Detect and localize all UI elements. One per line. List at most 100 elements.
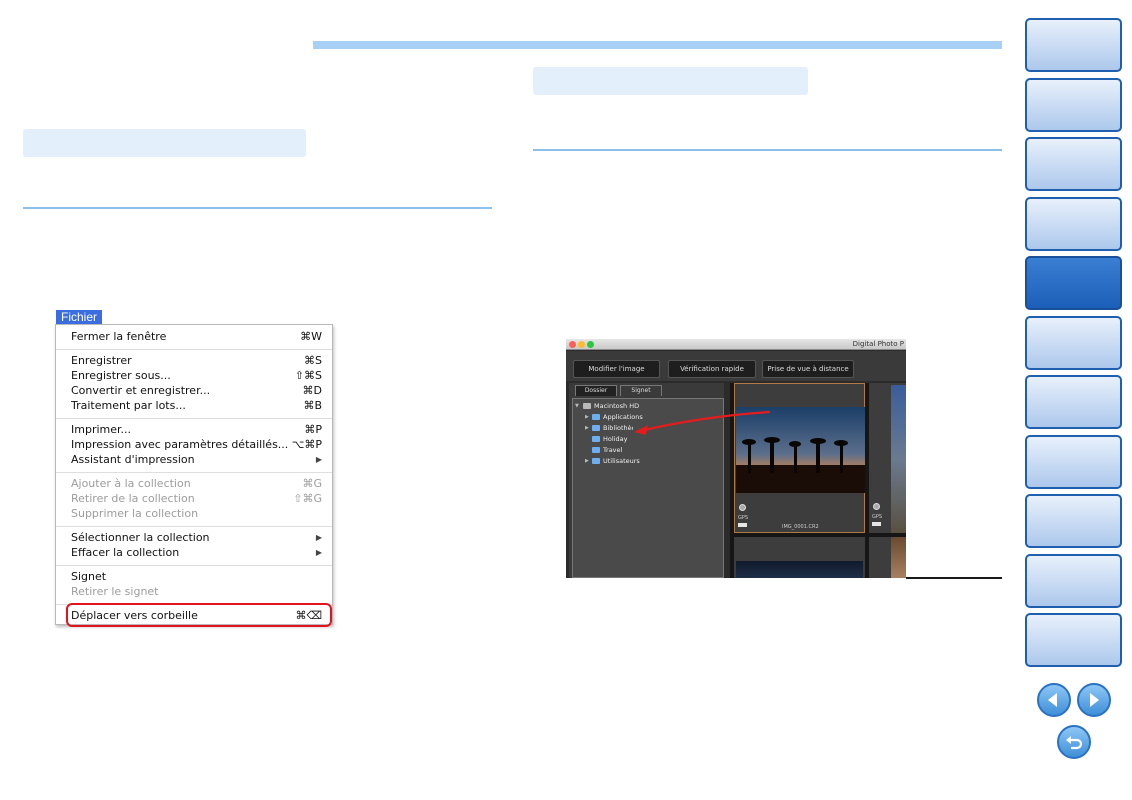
menu-item-retirer-signet: Retirer le signet [71, 584, 322, 599]
minimize-icon[interactable] [578, 341, 585, 348]
menu-item-retirer-collection: Retirer de la collection ⇧⌘G [71, 491, 322, 506]
section-rule-left [23, 207, 492, 209]
chevron-right-icon[interactable] [1077, 683, 1111, 717]
nav-tab-5-active[interactable] [1025, 256, 1122, 310]
folder-panel: Dossier Signet ▼ Macintosh HD ▶ Applicat… [569, 383, 724, 578]
menu-item-shortcut: ⌘G [302, 477, 322, 490]
menu-item-traitement-lots[interactable]: Traitement par lots... ⌘B [71, 398, 322, 413]
nav-tab-2[interactable] [1025, 78, 1122, 132]
folder-icon [592, 414, 600, 420]
menu-item-label: Impression avec paramètres détaillés... [71, 438, 289, 451]
return-arrow-icon[interactable] [1057, 725, 1091, 759]
nav-tab-7[interactable] [1025, 375, 1122, 429]
nav-tab-4[interactable] [1025, 197, 1122, 251]
remote-shooting-button[interactable]: Prise de vue à distance [762, 360, 854, 378]
menu-item-shortcut: ⌥⌘P [291, 438, 322, 451]
thumbnail-cell-selected[interactable]: GPS IMG_0001.CR2 [734, 383, 865, 533]
thumbnail-cell[interactable] [734, 537, 865, 578]
menu-separator [56, 418, 332, 419]
expand-arrow-icon[interactable]: ▼ [575, 401, 579, 411]
nav-tab-3[interactable] [1025, 137, 1122, 191]
quick-check-button[interactable]: Vérification rapide [668, 360, 756, 378]
raw-badge [872, 522, 881, 526]
menu-title-fichier[interactable]: Fichier [56, 310, 102, 325]
menu-item-imprimer[interactable]: Imprimer... ⌘P [71, 422, 322, 437]
thumbnail-cell[interactable]: GPS [869, 383, 906, 533]
window-titlebar: Digital Photo P [566, 339, 906, 350]
menu-item-impression-parametres[interactable]: Impression avec paramètres détaillés... ⌥… [71, 437, 322, 452]
section-label-box-left [23, 129, 306, 157]
menu-item-enregistrer-sous[interactable]: Enregistrer sous... ⇧⌘S [71, 368, 322, 383]
menu-item-label: Assistant d'impression [71, 453, 195, 466]
edit-image-button[interactable]: Modifier l'image [573, 360, 660, 378]
menu-item-enregistrer[interactable]: Enregistrer ⌘S [71, 353, 322, 368]
folder-icon [592, 447, 600, 453]
tree-node-label: Utilisateurs [603, 457, 640, 465]
menu-item-selectionner-collection[interactable]: Sélectionner la collection ▶ [71, 530, 322, 545]
gps-label: GPS [872, 514, 883, 520]
zoom-icon[interactable] [587, 341, 594, 348]
submenu-arrow-icon: ▶ [315, 548, 322, 557]
folder-icon [592, 458, 600, 464]
raw-badge [738, 523, 747, 527]
toolbar: Modifier l'image Vérification rapide Pri… [566, 351, 906, 381]
menu-item-signet[interactable]: Signet [71, 569, 322, 584]
folder-icon [592, 436, 600, 442]
close-icon[interactable] [569, 341, 576, 348]
nav-tab-9[interactable] [1025, 494, 1122, 548]
menu-item-shortcut: ⇧⌘S [294, 369, 322, 382]
menu-item-fermer-fenetre[interactable]: Fermer la fenêtre ⌘W [71, 329, 322, 344]
menu-item-label: Signet [71, 570, 107, 583]
tree-node-label: Holiday [603, 435, 628, 443]
menu-separator [56, 472, 332, 473]
menu-item-label: Convertir et enregistrer... [71, 384, 211, 397]
menu-item-label: Retirer de la collection [71, 492, 195, 505]
menu-item-shortcut: ⌘D [302, 384, 322, 397]
menu-item-label: Enregistrer sous... [71, 369, 171, 382]
thumbnail-filename: IMG_0001.CR2 [782, 524, 819, 530]
tree-node-label: Travel [603, 446, 623, 454]
nav-tab-1[interactable] [1025, 18, 1122, 72]
gps-icon [873, 503, 880, 510]
chevron-left-icon[interactable] [1037, 683, 1071, 717]
highlight-frame [66, 603, 332, 627]
expand-arrow-icon[interactable]: ▶ [585, 456, 589, 466]
tree-node-label: Macintosh HD [594, 402, 640, 410]
thumbnail-image [891, 385, 906, 533]
menu-separator [56, 349, 332, 350]
menu-item-label: Imprimer... [71, 423, 132, 436]
tab-dossier[interactable]: Dossier [575, 385, 617, 396]
expand-arrow-icon[interactable]: ▶ [585, 423, 589, 433]
submenu-arrow-icon: ▶ [315, 455, 322, 464]
section-label-box-right [533, 67, 808, 95]
menu-separator [56, 565, 332, 566]
fichier-menu: Fermer la fenêtre ⌘W Enregistrer ⌘S Enregi… [55, 324, 333, 627]
thumbnail-image [736, 561, 863, 578]
folder-tree: ▼ Macintosh HD ▶ Applications ▶ Biblioth… [572, 398, 724, 578]
tree-node-label: Applications [603, 413, 643, 421]
menu-separator [56, 526, 332, 527]
menu-item-shortcut: ⌘S [304, 354, 322, 367]
menu-item-label: Supprimer la collection [71, 507, 199, 520]
nav-tab-8[interactable] [1025, 435, 1122, 489]
menu-item-shortcut: ⌘B [303, 399, 322, 412]
menu-item-label: Enregistrer [71, 354, 132, 367]
expand-arrow-icon[interactable]: ▶ [585, 412, 589, 422]
nav-tab-10[interactable] [1025, 554, 1122, 608]
tab-signet[interactable]: Signet [620, 385, 662, 396]
top-accent-bar [313, 41, 1002, 49]
tree-node-bibliotheque[interactable]: ▶ Bibliothèque [585, 423, 633, 433]
thumbnail-cell[interactable] [869, 537, 906, 578]
nav-tab-6[interactable] [1025, 316, 1122, 370]
menu-item-effacer-collection[interactable]: Effacer la collection ▶ [71, 545, 322, 560]
hard-drive-icon [583, 403, 591, 409]
folder-icon [592, 425, 600, 431]
menu-item-label: Effacer la collection [71, 546, 180, 559]
menu-item-ajouter-collection: Ajouter à la collection ⌘G [71, 476, 322, 491]
section-rule-right [533, 149, 1002, 151]
nav-tab-11[interactable] [1025, 613, 1122, 667]
menu-item-convertir-enregistrer[interactable]: Convertir et enregistrer... ⌘D [71, 383, 322, 398]
window-title: Digital Photo P [852, 340, 904, 348]
menu-item-shortcut: ⌘P [304, 423, 322, 436]
menu-item-assistant-impression[interactable]: Assistant d'impression ▶ [71, 452, 322, 467]
